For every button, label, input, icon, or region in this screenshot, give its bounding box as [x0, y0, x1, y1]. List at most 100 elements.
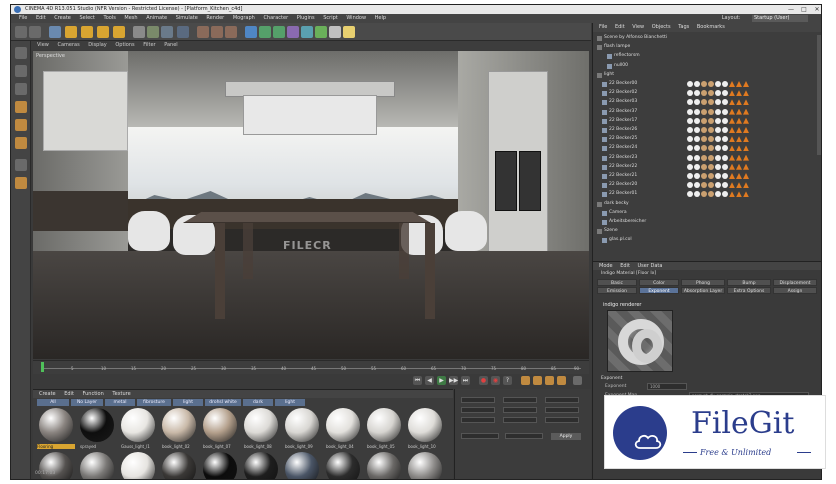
object-tag-icon[interactable]	[722, 163, 728, 170]
object-tag-icon[interactable]	[694, 90, 700, 97]
autokey-button[interactable]: ◉	[491, 376, 500, 385]
object-tag-icon[interactable]	[743, 182, 749, 189]
object-tag-icon[interactable]	[715, 99, 721, 106]
array-icon[interactable]	[287, 26, 299, 38]
object-tag-icon[interactable]	[743, 90, 749, 97]
axis-mode-icon[interactable]	[15, 159, 27, 171]
object-tag-icon[interactable]	[694, 99, 700, 106]
object-tag-icon[interactable]	[715, 173, 721, 179]
object-tag-icon[interactable]	[694, 136, 700, 143]
object-row[interactable]: light	[593, 71, 815, 80]
tab-color[interactable]: Color	[639, 279, 679, 286]
material-swatch[interactable]	[80, 408, 114, 442]
object-tag-icon[interactable]	[736, 145, 742, 152]
object-tag-icon[interactable]	[722, 81, 728, 87]
object-tag-icon[interactable]	[715, 108, 721, 115]
key-param-icon[interactable]	[557, 376, 566, 385]
object-tag-icon[interactable]	[722, 154, 728, 161]
object-tag-icon[interactable]	[722, 191, 728, 198]
filter-metal[interactable]: metal	[105, 399, 135, 406]
tab-assign[interactable]: Assign	[773, 287, 817, 294]
object-tag-icon[interactable]	[687, 182, 693, 189]
attr-menu-edit[interactable]: Edit	[620, 263, 630, 269]
edges-mode-icon[interactable]	[15, 119, 27, 131]
object-tag-icon[interactable]	[708, 173, 714, 179]
object-tag-icon[interactable]	[687, 99, 693, 106]
object-tag-icon[interactable]	[701, 145, 707, 152]
object-row[interactable]: 22 Becker22	[593, 163, 815, 172]
menu-file[interactable]: File	[19, 15, 27, 21]
rotate-icon[interactable]	[97, 26, 109, 38]
object-tag-icon[interactable]	[715, 136, 721, 143]
object-tag-icon[interactable]	[701, 117, 707, 124]
object-tag-icon[interactable]	[729, 90, 735, 97]
step-back-button[interactable]: ◀	[425, 376, 434, 385]
tab-extra-options[interactable]: Extra Options	[727, 287, 771, 294]
object-tag-icon[interactable]	[729, 173, 735, 179]
object-tag-icon[interactable]	[701, 90, 707, 97]
coord-field[interactable]	[503, 397, 537, 403]
timeline-options-icon[interactable]	[573, 376, 582, 385]
material-label[interactable]: sprayed	[80, 444, 118, 449]
object-tag-icon[interactable]	[715, 163, 721, 170]
object-tag-icon[interactable]	[701, 163, 707, 170]
object-tag-icon[interactable]	[729, 81, 735, 87]
object-tag-icon[interactable]	[715, 127, 721, 133]
object-tag-icon[interactable]	[694, 108, 700, 115]
material-label-selected[interactable]: Flooring	[37, 444, 75, 449]
material-swatch[interactable]	[39, 408, 73, 442]
object-tag-icon[interactable]	[694, 163, 700, 170]
coord-size-dropdown[interactable]	[505, 433, 543, 439]
object-tag-icon[interactable]	[694, 145, 700, 152]
material-label[interactable]: book_light_04	[326, 444, 364, 449]
obj-menu-bookmarks[interactable]: Bookmarks	[697, 24, 725, 30]
object-tag-icon[interactable]	[736, 81, 742, 87]
scale-icon[interactable]	[81, 26, 93, 38]
object-tag-icon[interactable]	[722, 127, 728, 133]
object-tag-icon[interactable]	[687, 145, 693, 152]
obj-menu-edit[interactable]: Edit	[615, 24, 625, 30]
maximize-button[interactable]: □	[798, 5, 810, 14]
menu-window[interactable]: Window	[346, 15, 366, 21]
go-to-end-button[interactable]: ⏭	[461, 376, 470, 385]
object-tag-icon[interactable]	[736, 99, 742, 106]
object-tag-icon[interactable]	[708, 182, 714, 189]
object-tag-icon[interactable]	[694, 117, 700, 124]
object-tag-icon[interactable]	[687, 154, 693, 161]
object-scrollbar[interactable]	[817, 35, 821, 155]
mat-menu-texture[interactable]: Texture	[112, 391, 130, 397]
redo-icon[interactable]	[29, 26, 41, 38]
object-tag-icon[interactable]	[729, 99, 735, 106]
object-row[interactable]: 22 Becker26	[593, 126, 815, 135]
filter-fibrosture[interactable]: fibrosture	[137, 399, 171, 406]
material-label[interactable]: Gauss_light_l1	[121, 444, 159, 449]
filter-drohsl-white[interactable]: drohsl white	[205, 399, 241, 406]
menu-plugins[interactable]: Plugins	[297, 15, 315, 21]
layout-dropdown[interactable]: Startup (User)	[752, 15, 808, 22]
material-swatch[interactable]	[203, 408, 237, 442]
object-tag-icon[interactable]	[701, 81, 707, 87]
tab-exponent[interactable]: Exponent	[639, 287, 679, 294]
object-tag-icon[interactable]	[708, 90, 714, 97]
object-tag-icon[interactable]	[743, 191, 749, 198]
menu-script[interactable]: Script	[323, 15, 338, 21]
object-tag-icon[interactable]	[743, 127, 749, 133]
object-tag-icon[interactable]	[722, 108, 728, 115]
object-tag-icon[interactable]	[722, 136, 728, 143]
world-coord-icon[interactable]	[177, 26, 189, 38]
filter-light-2[interactable]: light	[275, 399, 305, 406]
object-tag-icon[interactable]	[708, 117, 714, 124]
object-tag-icon[interactable]	[743, 81, 749, 87]
snap-icon[interactable]	[15, 177, 27, 189]
points-mode-icon[interactable]	[15, 101, 27, 113]
render-view-icon[interactable]	[197, 26, 209, 38]
coord-field[interactable]	[545, 417, 579, 423]
material-swatch[interactable]	[244, 408, 278, 442]
timeline[interactable]: 0 5 10 15 20 25 30 35 40 45 50 55 60 65 …	[33, 360, 589, 374]
playhead[interactable]	[41, 362, 44, 372]
mat-menu-function[interactable]: Function	[83, 391, 104, 397]
object-tag-icon[interactable]	[729, 127, 735, 133]
menu-edit[interactable]: Edit	[36, 15, 46, 21]
object-tag-icon[interactable]	[687, 117, 693, 124]
material-swatch[interactable]	[162, 408, 196, 442]
